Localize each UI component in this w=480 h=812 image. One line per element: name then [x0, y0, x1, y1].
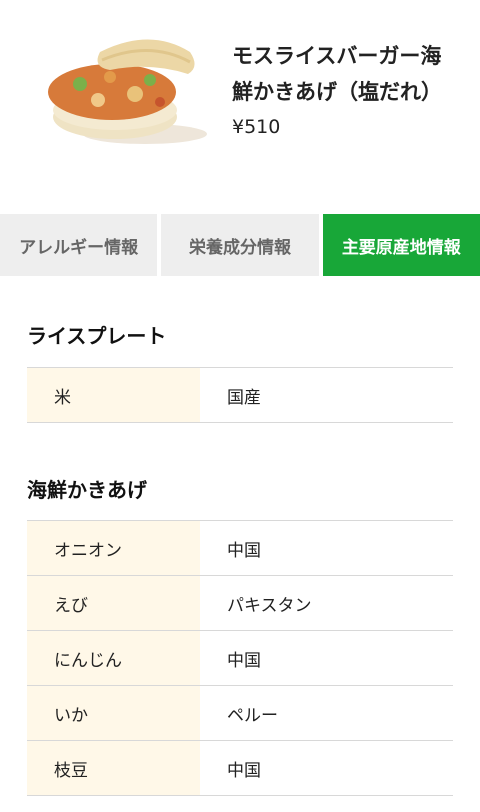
- section-title-kakiage: 海鮮かきあげ: [27, 478, 147, 502]
- product-price: ¥510: [232, 116, 281, 138]
- table-row: 枝豆 中国: [27, 741, 453, 796]
- origin-table-kakiage: オニオン 中国 えび パキスタン にんじん 中国 いか ペルー 枝豆 中国: [27, 520, 453, 796]
- ingredient-name: にんじん: [27, 631, 200, 685]
- table-row: 米 国産: [27, 368, 453, 423]
- ingredient-name: オニオン: [27, 521, 200, 575]
- ingredient-name: 枝豆: [27, 741, 200, 795]
- info-tabs: アレルギー情報 栄養成分情報 主要原産地情報: [0, 214, 480, 276]
- tab-origin[interactable]: 主要原産地情報: [322, 214, 480, 276]
- table-row: オニオン 中国: [27, 521, 453, 576]
- ingredient-origin: パキスタン: [227, 595, 312, 616]
- product-header: モスライスバーガー海鮮かきあげ（塩だれ） ¥510: [0, 0, 480, 215]
- tab-nutrition[interactable]: 栄養成分情報: [161, 214, 319, 276]
- ingredient-name: いか: [27, 686, 200, 740]
- ingredient-origin: 国産: [227, 387, 261, 408]
- origin-table-rice-plate: 米 国産: [27, 367, 453, 423]
- table-row: にんじん 中国: [27, 631, 453, 686]
- table-row: いか ペルー: [27, 686, 453, 741]
- ingredient-name: えび: [27, 576, 200, 630]
- rice-burger-image: [48, 39, 207, 144]
- ingredient-origin: 中国: [227, 650, 261, 671]
- ingredient-origin: 中国: [227, 540, 261, 561]
- ingredient-name: 米: [27, 368, 200, 422]
- section-title-rice-plate: ライスプレート: [27, 324, 167, 348]
- ingredient-origin: 中国: [227, 760, 261, 781]
- ingredient-origin: ペルー: [227, 705, 278, 726]
- tab-allergy[interactable]: アレルギー情報: [0, 214, 158, 276]
- product-title: モスライスバーガー海鮮かきあげ（塩だれ）: [232, 44, 442, 104]
- table-row: えび パキスタン: [27, 576, 453, 631]
